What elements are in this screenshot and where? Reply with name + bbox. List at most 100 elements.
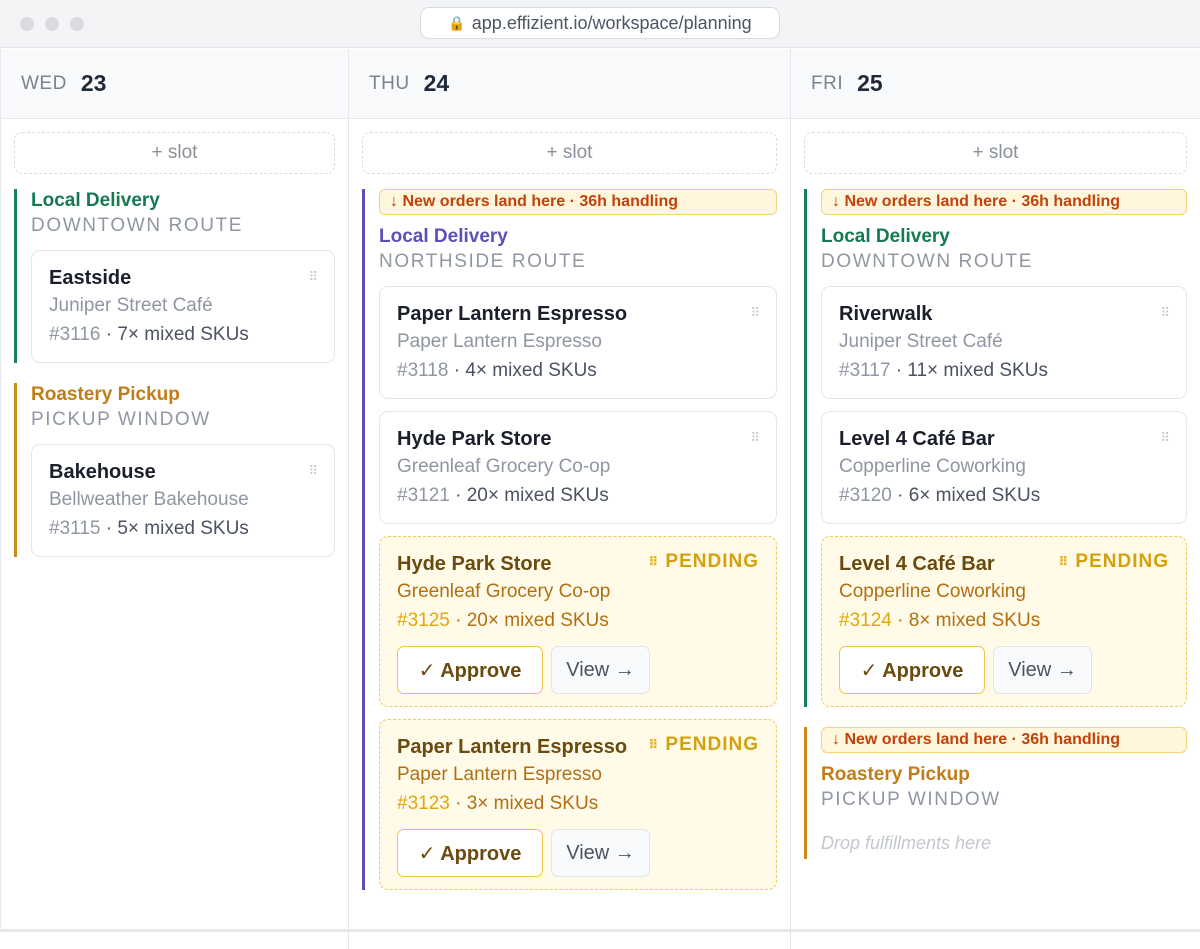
drag-handle-icon[interactable]: ⠿ <box>648 737 658 753</box>
day-number: 23 <box>80 70 107 96</box>
fulfillment-card[interactable]: ⠿ Eastside Juniper Street Café #3116 · 7… <box>31 250 335 363</box>
group-subtitle: PICKUP WINDOW <box>821 789 1001 810</box>
day-header: FRI 25 <box>791 49 1200 119</box>
minimize-window-icon[interactable] <box>45 17 59 31</box>
fulfillment-card[interactable]: ⠿ Level 4 Café Bar Copperline Coworking … <box>821 411 1187 524</box>
order-number: #3121 <box>397 485 450 506</box>
approve-button[interactable]: ✓ Approve <box>397 829 543 877</box>
address-bar[interactable]: 🔒 app.effizient.io/workspace/planning <box>420 7 780 39</box>
status-badge: ⠿ PENDING <box>1058 551 1169 573</box>
drop-zone-placeholder[interactable]: Drop fulfillments here <box>821 831 1187 859</box>
item-count: · 20× mixed SKUs <box>455 485 609 506</box>
slot-group-local-delivery: ↓ New orders land here · 36h handling Lo… <box>804 189 1187 707</box>
card-actions: ✓ Approve View → <box>397 646 759 694</box>
drag-handle-icon[interactable]: ⠿ <box>750 305 759 321</box>
card-title: Eastside <box>49 267 132 289</box>
pending-fulfillment-card[interactable]: ⠿ PENDING Level 4 Café Bar Copperline Cow… <box>821 536 1187 707</box>
drag-handle-icon[interactable]: ⠿ <box>308 269 317 285</box>
status-badge: ⠿ PENDING <box>648 734 759 756</box>
card-meta: #3125 · 20× mixed SKUs <box>397 605 759 636</box>
order-number: #3117 <box>839 360 891 381</box>
drag-handle-icon[interactable]: ⠿ <box>750 430 759 446</box>
new-orders-banner: ↓ New orders land here · 36h handling <box>379 189 777 215</box>
fulfillment-card[interactable]: ⠿ Hyde Park Store Greenleaf Grocery Co-o… <box>379 411 777 524</box>
day-number: 25 <box>857 70 883 96</box>
card-customer: Paper Lantern Espresso <box>397 764 602 785</box>
day-column-fri: FRI 25 + slot ↓ New orders land here · 3… <box>791 49 1200 929</box>
approve-button[interactable]: ✓ Approve <box>839 646 985 694</box>
order-number: #3115 <box>49 518 101 539</box>
footer-cell <box>0 932 349 949</box>
group-title: Local Delivery <box>379 226 508 247</box>
board-footer <box>0 929 1200 949</box>
drag-handle-icon[interactable]: ⠿ <box>1160 430 1169 446</box>
item-count: · 6× mixed SKUs <box>897 485 1041 506</box>
maximize-window-icon[interactable] <box>70 17 84 31</box>
close-window-icon[interactable] <box>20 17 34 31</box>
card-title: Bakehouse <box>49 461 156 483</box>
day-header: WED 23 <box>1 49 348 119</box>
card-meta: #3124 · 8× mixed SKUs <box>839 605 1169 636</box>
fulfillment-card[interactable]: ⠿ Riverwalk Juniper Street Café #3117 · … <box>821 286 1187 399</box>
item-count: · 7× mixed SKUs <box>105 324 249 345</box>
window-controls <box>20 17 84 31</box>
day-number: 24 <box>423 70 450 96</box>
card-customer: Copperline Coworking <box>839 581 1026 602</box>
fulfillment-card[interactable]: ⠿ Bakehouse Bellweather Bakehouse #3115 … <box>31 444 335 557</box>
status-badge: ⠿ PENDING <box>648 551 759 573</box>
add-slot-button[interactable]: + slot <box>362 132 777 174</box>
footer-cell <box>349 932 791 949</box>
status-label: PENDING <box>1075 551 1169 572</box>
item-count: · 3× mixed SKUs <box>455 793 599 814</box>
group-subtitle: DOWNTOWN ROUTE <box>821 251 1034 272</box>
fulfillment-card[interactable]: ⠿ Paper Lantern Espresso Paper Lantern E… <box>379 286 777 399</box>
drag-handle-icon[interactable]: ⠿ <box>1160 305 1169 321</box>
view-button[interactable]: View → <box>551 829 650 877</box>
day-column-wed: WED 23 + slot Local Delivery DOWNTOWN RO… <box>0 49 349 929</box>
drag-handle-icon[interactable]: ⠿ <box>1058 554 1068 570</box>
slot-group-local-delivery: Local Delivery DOWNTOWN ROUTE ⠿ Eastside… <box>14 189 335 363</box>
slot-group-local-delivery: ↓ New orders land here · 36h handling Lo… <box>362 189 777 890</box>
group-subtitle: NORTHSIDE ROUTE <box>379 251 587 272</box>
browser-chrome: 🔒 app.effizient.io/workspace/planning <box>0 0 1200 48</box>
card-meta: #3116 · 7× mixed SKUs <box>49 319 317 350</box>
card-title: Riverwalk <box>839 303 933 325</box>
card-meta: #3118 · 4× mixed SKUs <box>397 355 759 386</box>
view-button[interactable]: View → <box>993 646 1092 694</box>
card-meta: #3123 · 3× mixed SKUs <box>397 788 759 819</box>
item-count: · 5× mixed SKUs <box>105 518 249 539</box>
card-title: Hyde Park Store <box>397 428 552 450</box>
card-actions: ✓ Approve View → <box>397 829 759 877</box>
card-customer: Copperline Coworking <box>839 456 1026 477</box>
order-number: #3125 <box>397 610 450 631</box>
order-number: #3124 <box>839 610 892 631</box>
card-customer: Paper Lantern Espresso <box>397 331 602 352</box>
lock-icon: 🔒 <box>448 14 466 31</box>
group-title: Roastery Pickup <box>821 764 970 785</box>
footer-cell <box>791 932 1200 949</box>
pending-fulfillment-card[interactable]: ⠿ PENDING Paper Lantern Espresso Paper La… <box>379 719 777 890</box>
group-subtitle: DOWNTOWN ROUTE <box>31 215 244 236</box>
day-header: THU 24 <box>349 49 790 119</box>
card-title: Paper Lantern Espresso <box>397 303 628 325</box>
card-meta: #3120 · 6× mixed SKUs <box>839 480 1169 511</box>
status-label: PENDING <box>665 551 759 572</box>
card-customer: Juniper Street Café <box>49 295 213 316</box>
add-slot-button[interactable]: + slot <box>804 132 1187 174</box>
card-meta: #3115 · 5× mixed SKUs <box>49 513 317 544</box>
view-button[interactable]: View → <box>551 646 650 694</box>
item-count: · 4× mixed SKUs <box>453 360 597 381</box>
card-title: Level 4 Café Bar <box>839 428 995 450</box>
approve-button[interactable]: ✓ Approve <box>397 646 543 694</box>
new-orders-banner: ↓ New orders land here · 36h handling <box>821 189 1187 215</box>
order-number: #3120 <box>839 485 892 506</box>
new-orders-banner: ↓ New orders land here · 36h handling <box>821 727 1187 753</box>
order-number: #3116 <box>49 324 101 345</box>
pending-fulfillment-card[interactable]: ⠿ PENDING Hyde Park Store Greenleaf Groce… <box>379 536 777 707</box>
add-slot-button[interactable]: + slot <box>14 132 335 174</box>
drag-handle-icon[interactable]: ⠿ <box>308 463 317 479</box>
day-of-week: FRI <box>811 72 844 94</box>
group-title: Local Delivery <box>31 190 160 211</box>
drag-handle-icon[interactable]: ⠿ <box>648 554 658 570</box>
planning-board: WED 23 + slot Local Delivery DOWNTOWN RO… <box>0 49 1200 929</box>
